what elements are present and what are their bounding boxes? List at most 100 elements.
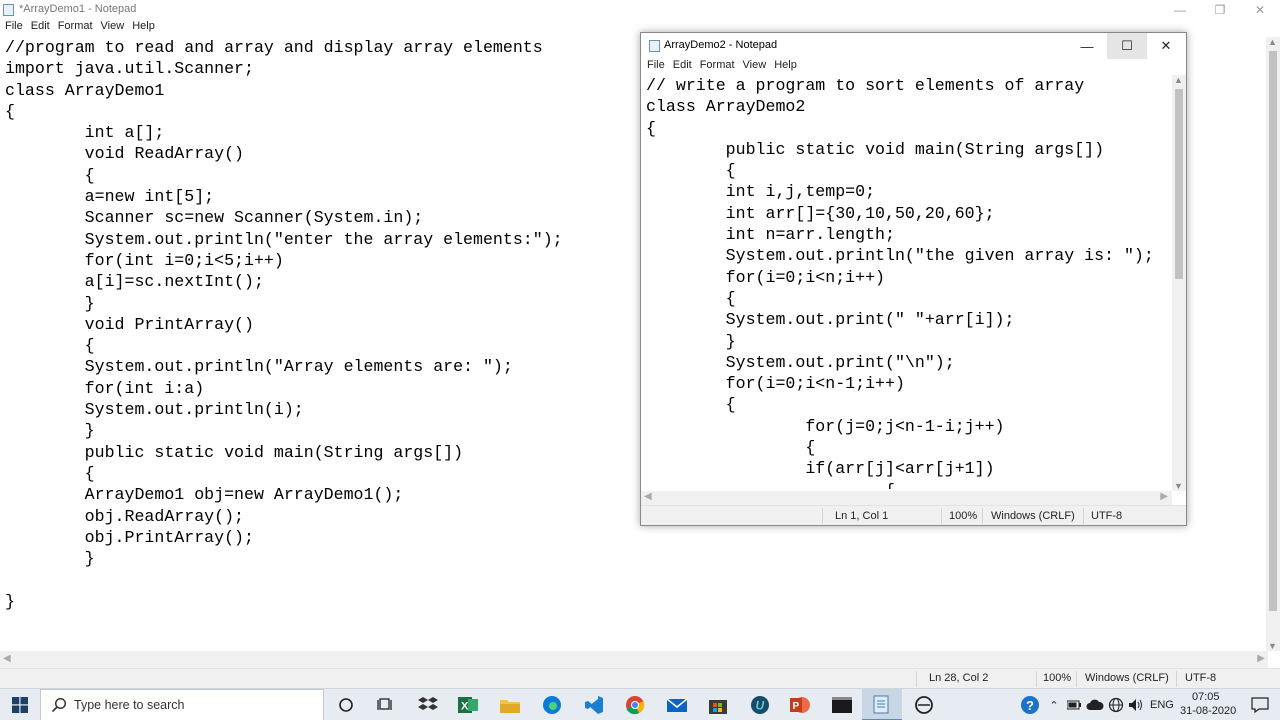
window-title: ArrayDemo2 - Notepad	[664, 39, 778, 51]
horizontal-scrollbar[interactable]: ◀ ▶	[641, 491, 1172, 505]
start-button[interactable]	[0, 689, 40, 720]
search-placeholder: Type here to search	[74, 698, 185, 712]
scroll-right-icon[interactable]: ▶	[1160, 491, 1168, 502]
chevron-up-icon: ⌃	[1049, 699, 1059, 712]
scroll-left-icon[interactable]: ◀	[644, 491, 652, 502]
search-box[interactable]: Type here to search	[40, 689, 324, 720]
network-icon	[1108, 697, 1124, 713]
title-bar[interactable]: ArrayDemo2 - Notepad — ☐ ✕	[641, 33, 1186, 59]
taskbar-ide[interactable]	[904, 689, 944, 720]
volume-tray[interactable]	[1126, 689, 1146, 720]
minimize-button[interactable]: —	[1067, 33, 1107, 59]
taskbar-uipath[interactable]: U	[740, 689, 780, 720]
title-bar[interactable]: *ArrayDemo1 - Notepad — ❐ ✕	[0, 0, 1280, 20]
menu-edit[interactable]: Edit	[667, 59, 692, 75]
network-tray[interactable]	[1106, 689, 1126, 720]
maximize-button[interactable]: ☐	[1107, 33, 1147, 59]
restore-icon: ❐	[1214, 3, 1226, 17]
eclipse-icon	[915, 696, 933, 714]
status-divider	[916, 671, 917, 687]
cortana-button[interactable]	[326, 689, 366, 720]
status-divider	[941, 508, 942, 524]
scroll-left-icon[interactable]: ◀	[3, 653, 11, 664]
dropbox-icon	[418, 697, 438, 710]
menu-help[interactable]: Help	[768, 59, 797, 75]
taskbar-vscode[interactable]	[574, 689, 614, 720]
task-view-button[interactable]	[366, 689, 406, 720]
minimize-button[interactable]: —	[1160, 0, 1200, 20]
taskbar-chrome[interactable]	[615, 689, 655, 720]
menu-help[interactable]: Help	[127, 20, 155, 36]
cortana-icon	[339, 698, 353, 712]
mail-icon	[667, 698, 687, 712]
taskbar-file-explorer[interactable]	[490, 689, 530, 720]
battery-icon	[1067, 700, 1081, 710]
text-editor-area[interactable]: //program to read and array and display …	[5, 37, 635, 649]
maximize-button[interactable]: ❐	[1200, 0, 1240, 20]
svg-text:P: P	[793, 701, 800, 712]
menu-file[interactable]: File	[0, 20, 23, 36]
menu-format[interactable]: Format	[53, 20, 93, 36]
menu-view[interactable]: View	[96, 20, 125, 36]
help-tray-button[interactable]: ?	[1012, 689, 1048, 720]
help-icon: ?	[1021, 696, 1039, 714]
close-button[interactable]: ✕	[1240, 0, 1280, 20]
folder-icon	[500, 700, 520, 713]
clock-time[interactable]: 07:05	[1192, 691, 1220, 703]
search-icon	[51, 697, 67, 713]
svg-text:?: ?	[1026, 698, 1034, 713]
status-divider	[1036, 671, 1037, 687]
taskbar-edge[interactable]	[532, 689, 572, 720]
encoding: UTF-8	[1091, 510, 1123, 522]
onedrive-tray[interactable]	[1084, 689, 1106, 720]
scroll-up-icon[interactable]: ▲	[1268, 37, 1277, 47]
taskbar-powerpoint[interactable]: P	[780, 689, 820, 720]
svg-text:U: U	[756, 699, 765, 713]
minimize-icon: —	[1174, 3, 1186, 17]
menu-format[interactable]: Format	[694, 59, 735, 75]
clock-date[interactable]: 31-08-2020	[1180, 705, 1236, 717]
scroll-down-icon[interactable]: ▼	[1174, 481, 1183, 491]
minimize-icon: —	[1080, 38, 1094, 54]
show-hidden-icons-button[interactable]: ⌃	[1044, 689, 1064, 720]
chrome-icon	[626, 696, 645, 715]
taskbar-dropbox[interactable]	[408, 689, 448, 720]
taskbar-mail[interactable]	[657, 689, 697, 720]
status-divider	[1076, 671, 1077, 687]
maximize-icon: ☐	[1121, 38, 1133, 53]
status-divider	[822, 508, 823, 524]
store-icon	[709, 700, 727, 714]
scroll-up-icon[interactable]: ▲	[1174, 75, 1183, 85]
scroll-thumb[interactable]	[1175, 89, 1183, 279]
battery-tray[interactable]	[1064, 689, 1084, 720]
taskbar-notepad[interactable]	[862, 689, 902, 720]
menu-view[interactable]: View	[737, 59, 767, 75]
task-view-icon	[377, 698, 392, 710]
taskbar-store[interactable]	[698, 689, 738, 720]
notifications-button[interactable]	[1240, 689, 1280, 720]
scroll-down-icon[interactable]: ▼	[1268, 641, 1277, 651]
excel-icon: X	[458, 697, 478, 713]
windows-logo-icon	[12, 697, 28, 713]
close-button[interactable]: ✕	[1146, 33, 1186, 59]
taskbar: Type here to search X U P ? ⌃ ENG 07:05 …	[0, 688, 1280, 720]
menu-file[interactable]: File	[641, 59, 665, 75]
text-editor-area[interactable]: // write a program to sort elements of a…	[646, 75, 1176, 489]
notepad-icon	[649, 40, 660, 52]
notepad-icon	[3, 4, 14, 16]
status-bar: Ln 28, Col 2 100% Windows (CRLF) UTF-8	[0, 668, 1280, 688]
vertical-scrollbar[interactable]: ▲ ▼	[1266, 37, 1280, 651]
taskbar-command-prompt[interactable]	[822, 689, 862, 720]
language-indicator[interactable]: ENG	[1150, 699, 1174, 711]
horizontal-scrollbar[interactable]: ◀ ▶	[0, 651, 1268, 668]
scroll-right-icon[interactable]: ▶	[1257, 653, 1265, 664]
scroll-thumb[interactable]	[1269, 51, 1277, 611]
edge-icon	[543, 696, 561, 714]
svg-text:X: X	[461, 701, 469, 713]
vertical-scrollbar[interactable]: ▲ ▼	[1172, 75, 1186, 491]
menu-edit[interactable]: Edit	[26, 20, 50, 36]
window-title: *ArrayDemo1 - Notepad	[19, 3, 137, 15]
taskbar-excel[interactable]: X	[448, 689, 488, 720]
code-editor-icon	[585, 696, 603, 714]
notepad-window-arraydemo2[interactable]: ArrayDemo2 - Notepad — ☐ ✕ File Edit For…	[640, 32, 1187, 526]
